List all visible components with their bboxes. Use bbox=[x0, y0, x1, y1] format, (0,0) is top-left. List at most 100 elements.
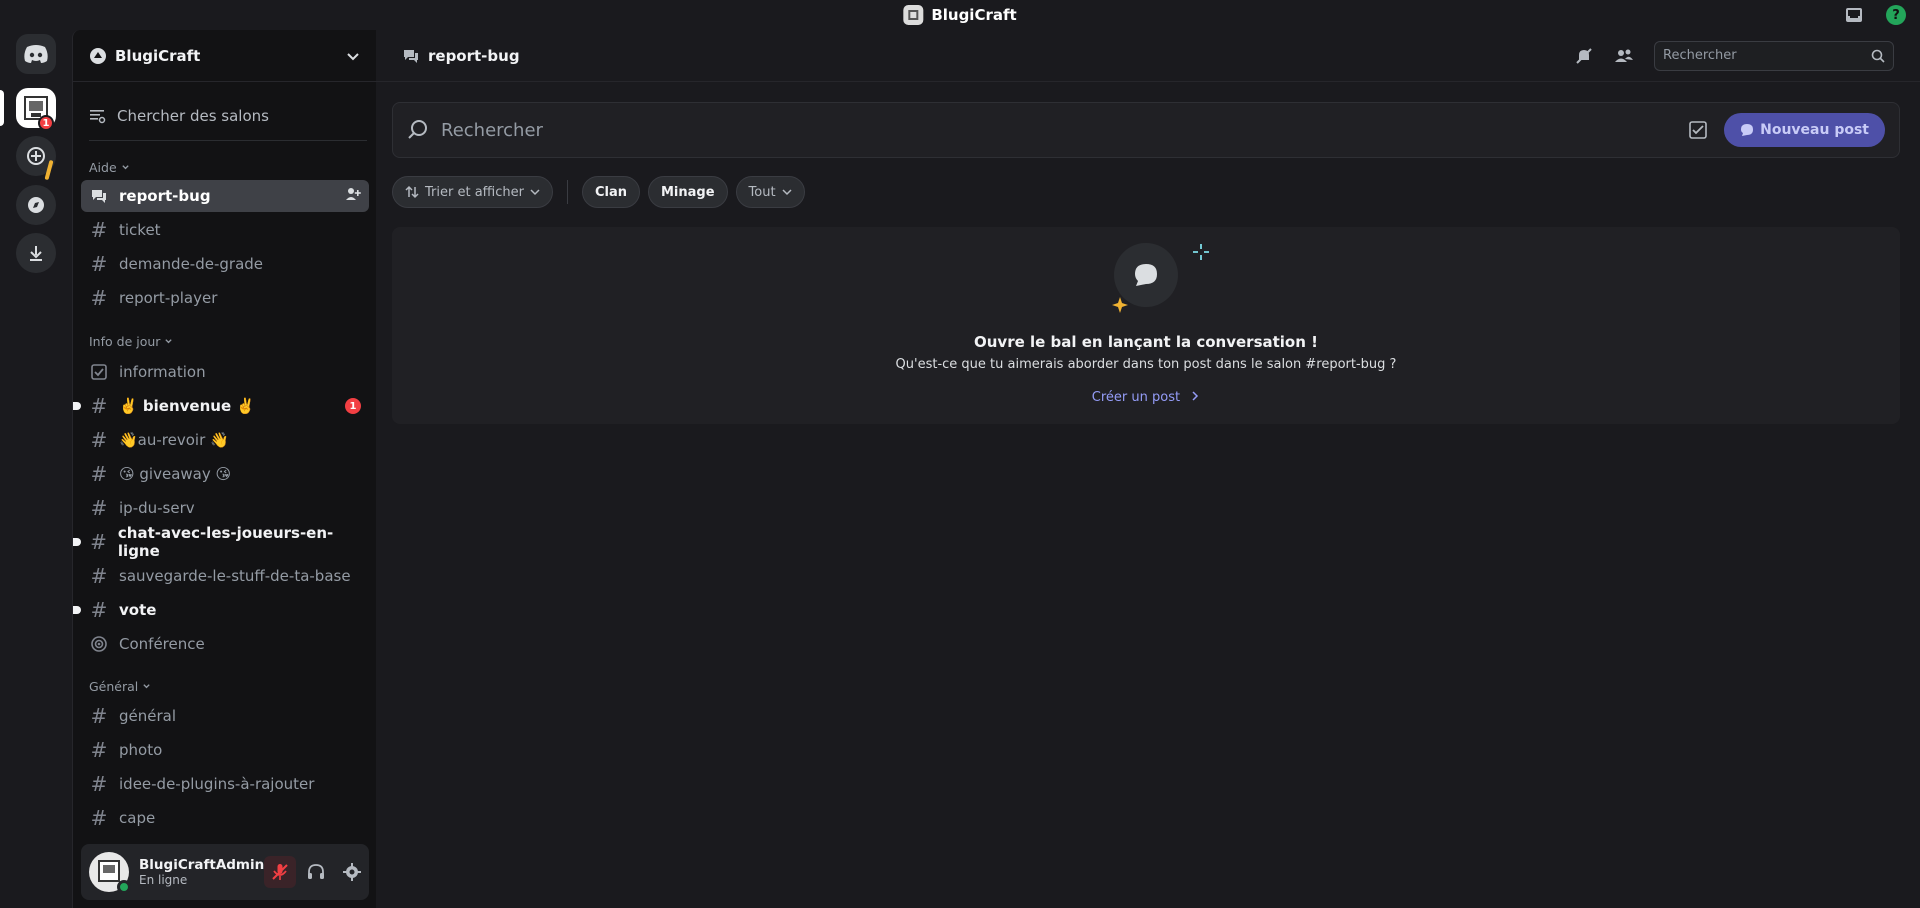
channel-label: général bbox=[119, 707, 177, 725]
channel-label: demande-de-grade bbox=[119, 255, 264, 273]
notification-muted-icon[interactable] bbox=[1574, 46, 1594, 66]
server-logo-icon bbox=[903, 5, 924, 25]
forum-search-input[interactable] bbox=[441, 119, 1689, 141]
discord-logo-icon bbox=[24, 45, 48, 63]
mention-badge: 1 bbox=[345, 398, 361, 414]
channel-vote[interactable]: # vote bbox=[73, 594, 369, 626]
filter-bar: Trier et afficher Clan Minage Tout bbox=[392, 176, 805, 208]
deafen-button[interactable] bbox=[300, 856, 332, 888]
channel-conference[interactable]: Conférence bbox=[81, 628, 369, 660]
hash-icon: # bbox=[90, 496, 108, 520]
header-search-input[interactable] bbox=[1663, 48, 1853, 63]
tag-filter-dropdown[interactable]: Tout bbox=[735, 176, 805, 208]
chevron-right-icon bbox=[1192, 391, 1199, 401]
channel-idee-de-plugins[interactable]: # idee-de-plugins-à-rajouter bbox=[81, 768, 369, 800]
category-general[interactable]: Général bbox=[89, 679, 151, 694]
invite-member-icon[interactable] bbox=[345, 186, 361, 206]
chevron-down-icon bbox=[165, 339, 173, 344]
sparkle-icon bbox=[1193, 244, 1209, 260]
username: BlugiCraftAdmin bbox=[139, 857, 265, 873]
browse-channels-button[interactable]: Chercher des salons bbox=[89, 98, 367, 134]
channel-label: 👋au-revoir 👋 bbox=[119, 431, 229, 449]
divider bbox=[89, 140, 367, 141]
main-content: report-bug Rechercher Rechercher Nouveau… bbox=[376, 30, 1920, 908]
channel-bienvenue[interactable]: # ✌️ bienvenue ✌️ 1 bbox=[73, 390, 369, 422]
channel-au-revoir[interactable]: # 👋au-revoir 👋 bbox=[81, 424, 369, 456]
category-label: Info de jour bbox=[89, 334, 161, 349]
gear-icon bbox=[343, 863, 362, 881]
chevron-down-icon bbox=[121, 165, 129, 170]
layout-toggle-icon[interactable] bbox=[1688, 120, 1708, 140]
channel-label: idee-de-plugins-à-rajouter bbox=[119, 775, 315, 793]
help-icon[interactable]: ? bbox=[1886, 5, 1906, 25]
channel-label: photo bbox=[119, 741, 163, 759]
microphone-muted-icon bbox=[272, 864, 288, 880]
inbox-icon[interactable] bbox=[1844, 5, 1864, 25]
community-badge-icon bbox=[90, 47, 106, 64]
hash-icon: # bbox=[90, 564, 108, 588]
hash-icon: # bbox=[90, 252, 108, 276]
guild-header[interactable]: BlugiCraft bbox=[73, 30, 376, 82]
tag-minage[interactable]: Minage bbox=[648, 176, 728, 208]
tag-clan[interactable]: Clan bbox=[581, 176, 640, 208]
home-button[interactable] bbox=[16, 34, 56, 74]
channel-ip-du-serv[interactable]: # ip-du-serv bbox=[81, 492, 369, 524]
channel-sidebar: BlugiCraft Chercher des salons Aide repo… bbox=[72, 30, 376, 908]
compass-icon bbox=[28, 197, 44, 213]
category-label: Général bbox=[89, 679, 139, 694]
window-title-text: BlugiCraft bbox=[931, 6, 1017, 24]
hash-icon: # bbox=[90, 738, 108, 762]
channel-report-player[interactable]: # report-player bbox=[81, 282, 369, 314]
discover-button[interactable] bbox=[16, 185, 56, 225]
empty-state-subtitle: Qu'est-ce que tu aimerais aborder dans t… bbox=[895, 357, 1397, 372]
sort-and-view-button[interactable]: Trier et afficher bbox=[392, 176, 553, 208]
channel-label: report-player bbox=[119, 289, 218, 307]
hash-icon: # bbox=[90, 530, 107, 554]
announcement-check-icon bbox=[89, 362, 109, 382]
search-icon bbox=[1871, 49, 1885, 63]
divider bbox=[566, 180, 568, 204]
chevron-down-icon bbox=[530, 189, 540, 196]
chevron-down-icon[interactable] bbox=[346, 49, 360, 63]
create-post-label: Créer un post bbox=[1091, 390, 1181, 405]
create-post-link[interactable]: Créer un post bbox=[392, 390, 1900, 405]
channel-demande-de-grade[interactable]: # demande-de-grade bbox=[81, 248, 369, 280]
new-post-button[interactable]: Nouveau post bbox=[1724, 113, 1885, 147]
header-search[interactable] bbox=[1654, 40, 1894, 71]
channel-giveaway[interactable]: # 😘 giveaway 😘 bbox=[81, 458, 369, 490]
download-apps-button[interactable] bbox=[16, 233, 56, 273]
user-info[interactable]: BlugiCraftAdmin En ligne bbox=[139, 857, 264, 887]
channel-label: Conférence bbox=[119, 635, 205, 653]
chat-bubble-icon bbox=[1741, 124, 1754, 136]
guild-name: BlugiCraft bbox=[115, 46, 201, 65]
user-settings-button[interactable] bbox=[336, 856, 368, 888]
forum-icon bbox=[404, 49, 418, 63]
unread-indicator bbox=[73, 538, 81, 546]
channel-label: ip-du-serv bbox=[119, 499, 195, 517]
member-list-icon[interactable] bbox=[1614, 46, 1634, 66]
online-status-icon bbox=[117, 880, 131, 894]
hash-icon: # bbox=[90, 286, 108, 310]
user-panel: BlugiCraftAdmin En ligne bbox=[81, 844, 369, 900]
download-icon bbox=[30, 246, 42, 261]
channel-general[interactable]: # général bbox=[81, 700, 369, 732]
channel-information[interactable]: information bbox=[81, 356, 369, 388]
sort-label: Trier et afficher bbox=[425, 184, 524, 200]
hash-icon: # bbox=[90, 428, 108, 452]
category-info-de-jour[interactable]: Info de jour bbox=[89, 334, 173, 349]
channel-photo[interactable]: # photo bbox=[81, 734, 369, 766]
stage-icon bbox=[89, 634, 109, 654]
avatar[interactable] bbox=[89, 852, 131, 894]
hash-icon: # bbox=[90, 462, 108, 486]
channel-ticket[interactable]: # ticket bbox=[81, 214, 369, 246]
channel-cape[interactable]: # cape bbox=[81, 802, 369, 834]
channel-label: sauvegarde-le-stuff-de-ta-base bbox=[119, 567, 351, 585]
browse-list-icon bbox=[90, 110, 106, 124]
empty-state-title: Ouvre le bal en lançant la conversation … bbox=[974, 333, 1318, 351]
channel-report-bug[interactable]: report-bug bbox=[81, 180, 369, 212]
mute-microphone-button[interactable] bbox=[264, 856, 297, 888]
category-aide[interactable]: Aide bbox=[89, 160, 130, 175]
channel-sauvegarde[interactable]: # sauvegarde-le-stuff-de-ta-base bbox=[81, 560, 369, 592]
hash-icon: # bbox=[90, 394, 108, 418]
channel-chat-avec-les-joueurs[interactable]: # chat-avec-les-joueurs-en-ligne bbox=[73, 524, 369, 560]
